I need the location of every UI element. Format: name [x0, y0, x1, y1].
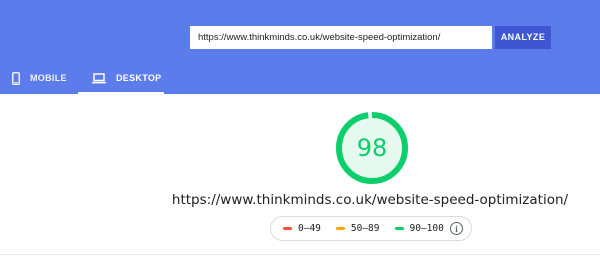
tab-mobile-label: MOBILE — [30, 73, 67, 83]
divider — [0, 254, 600, 255]
legend-swatch-green — [394, 227, 404, 230]
legend-item-pass: 90–100 — [394, 223, 444, 234]
legend-label: 90–100 — [409, 223, 444, 234]
smartphone-icon — [12, 71, 20, 85]
tested-url: https://www.thinkminds.co.uk/website-spe… — [171, 192, 569, 208]
legend-label: 50–89 — [350, 223, 380, 234]
analyze-button[interactable]: ANALYZE — [495, 26, 551, 49]
legend-swatch-red — [283, 227, 292, 230]
legend-item-fail: 0–49 — [283, 223, 321, 234]
url-input[interactable] — [190, 26, 492, 49]
info-icon[interactable]: i — [450, 222, 463, 235]
header-bar: ANALYZE MOBILE DESKTOP — [0, 0, 600, 94]
legend-item-average: 50–89 — [335, 223, 380, 234]
legend-label: 0–49 — [298, 223, 321, 234]
tab-desktop[interactable]: DESKTOP — [78, 62, 164, 94]
performance-score-gauge: 98 — [335, 111, 409, 185]
score-value: 98 — [356, 134, 388, 162]
score-legend: 0–49 50–89 90–100 i — [270, 216, 472, 241]
laptop-icon — [92, 72, 106, 84]
legend-swatch-orange — [335, 227, 345, 230]
tab-mobile[interactable]: MOBILE — [0, 62, 75, 94]
tab-desktop-label: DESKTOP — [116, 73, 162, 83]
